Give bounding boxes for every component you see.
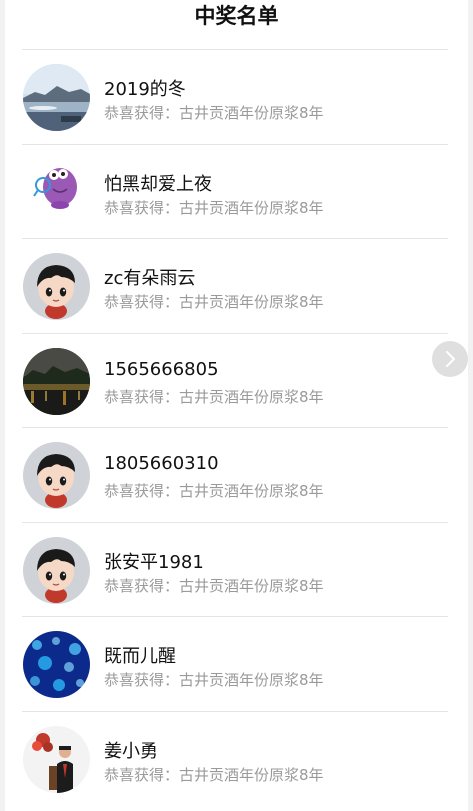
default-cartoon-avatar [23,442,90,509]
prize-prefix: 恭喜获得： [104,765,180,784]
prize-text: 恭喜获得：古井贡酒年份原浆8年 [104,102,324,123]
prize-name: 古井贡酒年份原浆8年 [179,671,324,689]
winner-name: 1565666805 [104,358,219,380]
winner-name: 姜小勇 [104,740,158,762]
frame-left-edge [0,0,5,811]
list-item[interactable]: 既而儿醒 恭喜获得：古井贡酒年份原浆8年 [22,616,448,711]
winner-name: 张安平1981 [104,551,204,573]
prize-name: 古井贡酒年份原浆8年 [179,293,324,311]
list-item[interactable]: zc有朵雨云 恭喜获得：古井贡酒年份原浆8年 [22,238,448,333]
prize-text: 恭喜获得：古井贡酒年份原浆8年 [104,480,324,501]
prize-prefix: 恭喜获得： [104,387,180,406]
prize-text: 恭喜获得：古井贡酒年份原浆8年 [104,575,324,596]
winner-name: 1805660310 [104,453,219,474]
prize-prefix: 恭喜获得： [104,198,180,217]
night-city-avatar [23,347,90,415]
prize-prefix: 恭喜获得： [104,671,180,689]
prize-name: 古井贡酒年份原浆8年 [179,198,324,217]
prize-text: 恭喜获得：古井贡酒年份原浆8年 [104,669,324,690]
list-item[interactable]: 1805660310 恭喜获得：古井贡酒年份原浆8年 [22,427,448,522]
frame-right-edge [468,0,473,811]
next-button[interactable] [432,341,468,377]
man-with-flowers-avatar [23,725,90,793]
winner-name: zc有朵雨云 [104,268,196,289]
winner-name: 2019的冬 [104,79,186,100]
prize-prefix: 恭喜获得： [104,293,180,311]
blue-jellyfish-avatar [23,631,90,698]
winner-name: 怕黑却爱上夜 [104,173,212,195]
prize-name: 古井贡酒年份原浆8年 [179,387,324,406]
prize-prefix: 恭喜获得： [104,482,180,500]
default-cartoon-avatar [23,253,90,320]
prize-text: 恭喜获得：古井贡酒年份原浆8年 [104,197,324,218]
list-item[interactable]: 1565666805 恭喜获得：古井贡酒年份原浆8年 [22,332,448,428]
prize-name: 古井贡酒年份原浆8年 [179,104,324,122]
prize-name: 古井贡酒年份原浆8年 [179,482,324,500]
prize-text: 恭喜获得：古井贡酒年份原浆8年 [104,291,324,312]
purple-cartoon-avatar [23,158,90,226]
prize-name: 古井贡酒年份原浆8年 [179,765,324,784]
page-title: 中奖名单 [194,4,279,28]
list-item[interactable]: 2019的冬 恭喜获得：古井贡酒年份原浆8年 [22,49,448,144]
landscape-lake-avatar [23,64,90,131]
prize-text: 恭喜获得：古井贡酒年份原浆8年 [104,764,324,785]
winner-list: 2019的冬 恭喜获得：古井贡酒年份原浆8年 怕黑却爱上夜 恭喜获得：古井贡酒年… [22,49,448,805]
default-cartoon-avatar [23,536,90,604]
prize-prefix: 恭喜获得： [104,576,180,595]
list-item[interactable]: 姜小勇 恭喜获得：古井贡酒年份原浆8年 [22,710,448,806]
prize-text: 恭喜获得：古井贡酒年份原浆8年 [104,386,324,407]
winner-name: 既而儿醒 [104,646,176,667]
list-item[interactable]: 怕黑却爱上夜 恭喜获得：古井贡酒年份原浆8年 [22,143,448,239]
prize-prefix: 恭喜获得： [104,104,180,122]
prize-name: 古井贡酒年份原浆8年 [179,576,324,595]
list-item[interactable]: 张安平1981 恭喜获得：古井贡酒年份原浆8年 [22,521,448,617]
chevron-right-icon [446,351,455,367]
